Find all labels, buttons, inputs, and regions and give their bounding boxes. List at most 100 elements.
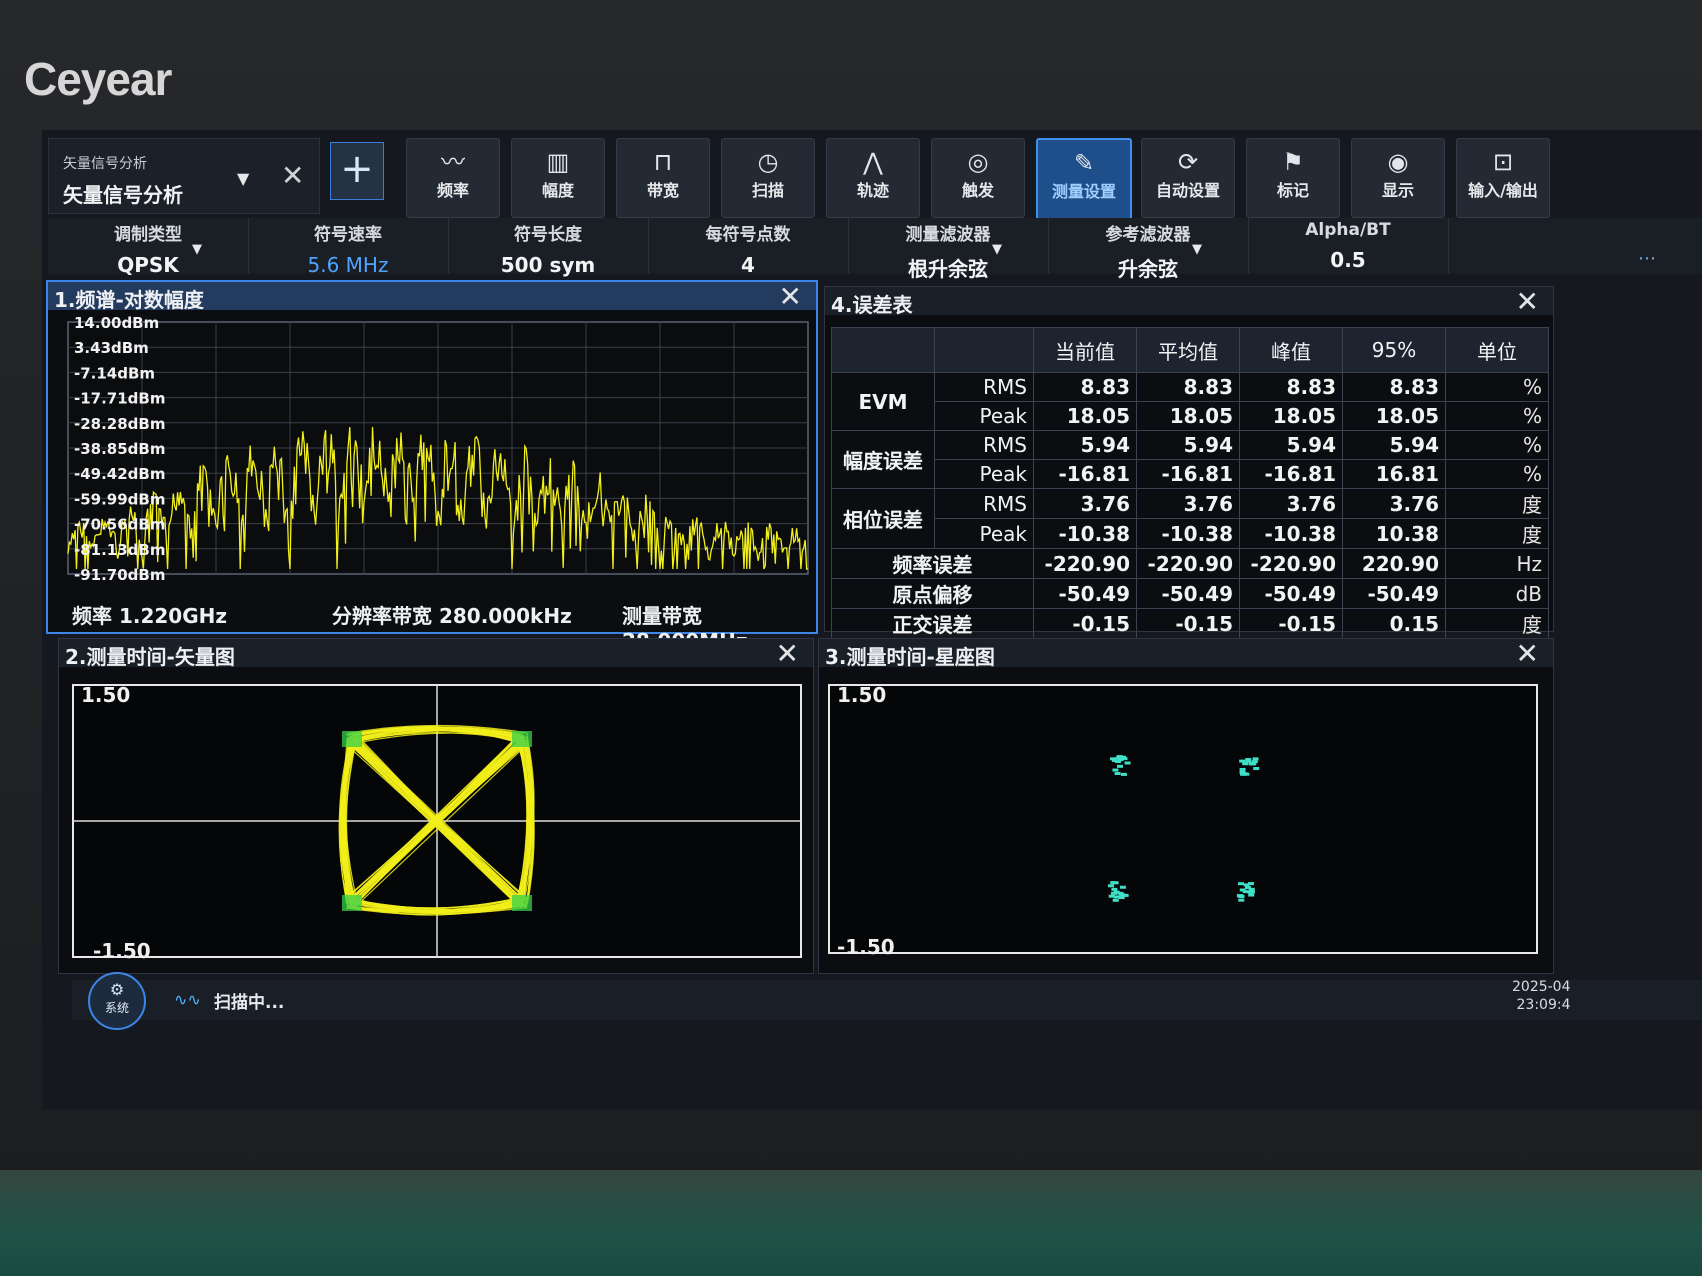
row-label: 频率误差 — [831, 548, 1034, 579]
toolbar-label: 扫描 — [751, 181, 784, 200]
table-cell: 18.05 — [1033, 401, 1137, 431]
status-date: 2025-04 — [1512, 979, 1571, 995]
toolbar-label: 幅度 — [541, 181, 574, 200]
waveform-icon: 〰 — [441, 148, 465, 176]
column-header: 95% — [1342, 327, 1446, 373]
table-cell: -220.90 — [1239, 548, 1343, 579]
row-label: 原点偏移 — [831, 578, 1034, 609]
toolbar-disp-button[interactable]: ◉ 显示 — [1351, 138, 1445, 218]
table-cell: -50.49 — [1239, 578, 1343, 609]
table-cell: 8.83 — [1033, 372, 1137, 402]
table-cell: 220.90 — [1342, 548, 1446, 579]
y-tick-label: -38.85dBm — [74, 440, 165, 458]
param-1[interactable]: 符号速率 5.6 MHz — [248, 218, 449, 277]
table-row: EVM RMS 8.83 8.83 8.83 8.83% — [831, 372, 1549, 431]
table-header-row: 当前值 平均值 峰值 95% 单位 — [831, 327, 1549, 373]
table-cell: Peak — [934, 459, 1034, 489]
close-icon[interactable]: ✕ — [1516, 637, 1539, 670]
table-row: 幅度误差 RMS 5.94 5.94 5.94 5.94% — [831, 430, 1549, 489]
table-cell: Peak — [934, 518, 1034, 549]
error-table-title: 4.误差表 — [831, 293, 913, 317]
spectrum-window[interactable]: 1.频谱-对数幅度 ✕ 14.00dBm 3.43dBm -7.14dBm -17.7… — [46, 280, 818, 653]
table-cell: 度 — [1445, 488, 1549, 519]
y-tick-label: -17.71dBm — [74, 390, 165, 408]
close-icon[interactable]: ✕ — [1516, 285, 1539, 318]
table-cell: 5.94 — [1342, 430, 1446, 460]
symbol-cluster — [342, 731, 362, 747]
table-cell: % — [1445, 430, 1549, 460]
table-row: Peak -10.38 -10.38 -10.38 10.38 度 — [832, 518, 1549, 549]
add-app-button[interactable]: + — [330, 142, 384, 200]
vector-ymin: -1.50 — [93, 939, 151, 963]
table-cell: -16.81 — [1136, 459, 1240, 489]
table-cell: RMS — [934, 488, 1034, 519]
toolbar-label: 轨迹 — [856, 181, 889, 200]
constellation-window[interactable]: 3.测量时间-星座图 ✕ 1.50 -1.50 — [818, 637, 1554, 974]
auto-icon: ⟳ — [1177, 148, 1199, 176]
table-cell: 3.76 — [1136, 488, 1240, 519]
y-tick-label: -91.70dBm — [74, 566, 165, 584]
param-4[interactable]: 测量滤波器 根升余弦 ▼ — [848, 218, 1049, 281]
toolbar-trace-button[interactable]: ⋀ 轨迹 — [826, 138, 920, 218]
symbol-cluster — [512, 895, 532, 911]
toolbar-trig-button[interactable]: ◎ 触发 — [931, 138, 1025, 218]
table-row: 原点偏移 -50.49 -50.49 -50.49 -50.49 dB — [831, 578, 1549, 609]
toolbar-freq-button[interactable]: 〰频率 — [406, 138, 500, 218]
toolbar-bw-button[interactable]: ⊓ 带宽 — [616, 138, 710, 218]
param-5[interactable]: 参考滤波器 升余弦 ▼ — [1048, 218, 1249, 281]
toolbar-io-button[interactable]: ⊡ 输入/输出 — [1456, 138, 1550, 218]
y-tick-label: 3.43dBm — [74, 339, 149, 357]
param-value: 0.5 — [1330, 248, 1366, 272]
param-0[interactable]: 调制类型 QPSK ▼ — [48, 218, 249, 277]
table-cell: 8.83 — [1136, 372, 1240, 402]
vector-header: 2.测量时间-矢量图 ✕ — [59, 637, 813, 670]
bar-chart-icon: ▥ — [546, 148, 570, 176]
table-cell: -50.49 — [1033, 578, 1137, 609]
app-selector[interactable]: 矢量信号分析 矢量信号分析 ▼ ✕ — [48, 138, 320, 214]
table-cell: RMS — [934, 372, 1034, 402]
vector-title: 2.测量时间-矢量图 — [65, 645, 235, 669]
constellation-frame — [828, 684, 1538, 954]
close-icon[interactable]: ✕ — [776, 637, 799, 670]
vector-window[interactable]: 2.测量时间-矢量图 ✕ 1.50 -1.50 — [58, 637, 814, 974]
status-time: 23:09:4 — [1516, 997, 1571, 1013]
system-button[interactable]: ⚙ 系统 — [88, 972, 146, 1030]
close-icon[interactable]: ✕ — [281, 159, 304, 192]
toolbar-meas-button[interactable]: ✎ 测量设置 — [1036, 138, 1132, 220]
param-value: 升余弦 — [1118, 257, 1178, 281]
system-icon: ⚙ — [109, 980, 125, 999]
table-cell: 16.81 — [1342, 459, 1446, 489]
table-cell: RMS — [934, 430, 1034, 460]
more-icon[interactable]: ⋯ — [1638, 248, 1656, 269]
toolbar-amp-button[interactable]: ▥ 幅度 — [511, 138, 605, 218]
param-label: 符号长度 — [514, 225, 582, 245]
header-empty — [831, 327, 935, 373]
toolbar-mark-button[interactable]: ⚑ 标记 — [1246, 138, 1340, 218]
table-cell: 18.05 — [1342, 401, 1446, 431]
toolbar-label: 标记 — [1276, 181, 1309, 200]
chevron-down-icon[interactable]: ▼ — [237, 169, 249, 188]
chevron-down-icon: ▼ — [1192, 242, 1202, 257]
spectrum-title: 1.频谱-对数幅度 — [54, 288, 204, 312]
param-3[interactable]: 每符号点数 4 — [648, 218, 849, 277]
param-label: 测量滤波器 — [905, 225, 991, 245]
y-tick-label: -49.42dBm — [74, 465, 165, 483]
toolbar-sweep-button[interactable]: ◷ 扫描 — [721, 138, 815, 218]
error-table-window[interactable]: 4.误差表 ✕ 当前值 平均值 峰值 95% 单位 EVM RMS 8.83 8.83 8.83 8… — [824, 285, 1554, 639]
spectrum-plot: 14.00dBm 3.43dBm -7.14dBm -17.71dBm -28.28dB… — [67, 314, 809, 584]
system-label: 系统 — [104, 1001, 129, 1015]
toolbar-auto-button[interactable]: ⟳ 自动设置 — [1141, 138, 1235, 218]
param-6[interactable]: Alpha/BT 0.5 — [1248, 218, 1449, 274]
table-cell: -220.90 — [1136, 548, 1240, 579]
close-icon[interactable]: ✕ — [779, 280, 802, 313]
table-cell: -16.81 — [1033, 459, 1137, 489]
toolbar-label: 输入/输出 — [1468, 181, 1538, 200]
vector-ymax: 1.50 — [81, 683, 131, 707]
y-tick-label: -28.28dBm — [74, 415, 165, 433]
table-cell: -0.15 — [1033, 608, 1137, 639]
group-label: 幅度误差 — [831, 430, 935, 489]
table-cell: -10.38 — [1136, 518, 1240, 549]
param-2[interactable]: 符号长度 500 sym — [448, 218, 649, 277]
param-label: 每符号点数 — [705, 225, 791, 245]
row-label: 正交误差 — [831, 608, 1034, 639]
